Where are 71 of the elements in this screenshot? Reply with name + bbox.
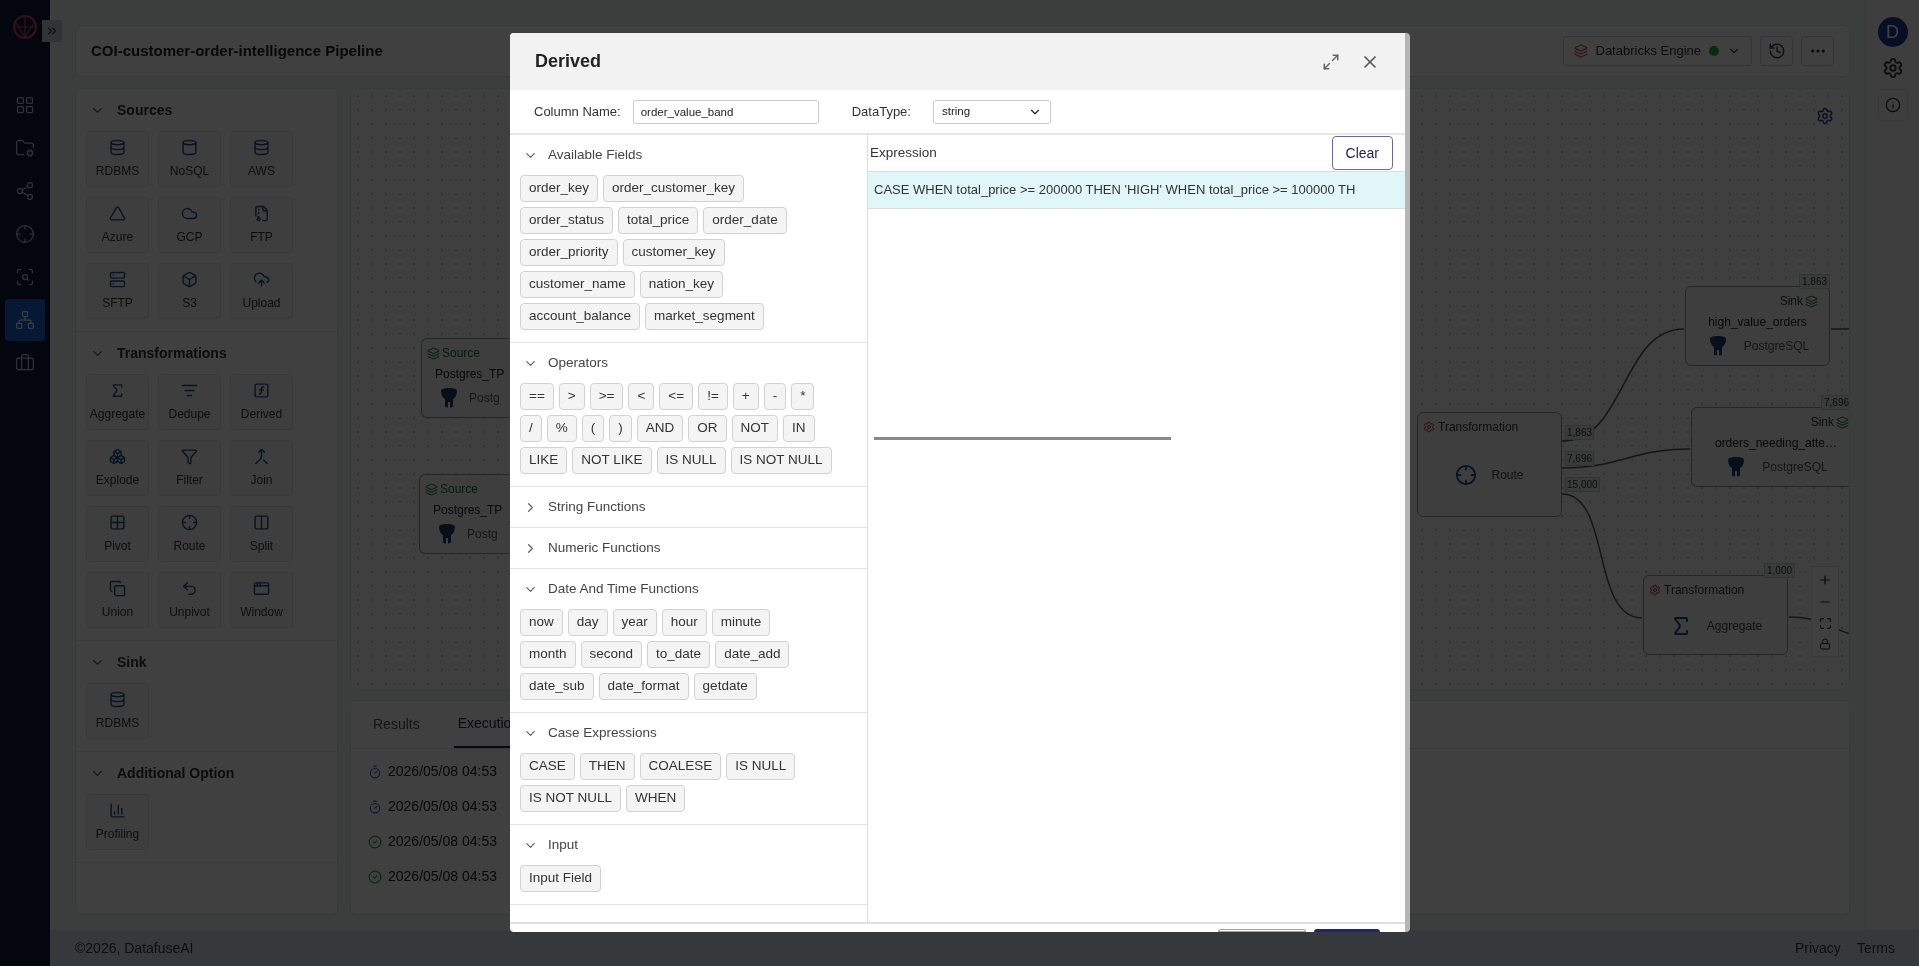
- expression-chip[interactable]: AND: [636, 415, 684, 442]
- pipeline-title: COI-customer-order-intelligence Pipeline: [91, 40, 383, 61]
- expression-chip[interactable]: IS NOT NULL: [730, 447, 832, 474]
- expression-chip[interactable]: IN: [783, 415, 815, 442]
- expression-chip[interactable]: account_balance: [520, 303, 641, 330]
- expression-chip[interactable]: hour: [661, 609, 707, 636]
- expression-chip[interactable]: to_date: [647, 641, 711, 668]
- section-toggle[interactable]: String Functions: [510, 487, 867, 527]
- expression-chip[interactable]: order_customer_key: [603, 175, 745, 202]
- expression-chip[interactable]: (: [581, 415, 605, 442]
- expression-chip[interactable]: getdate: [693, 673, 757, 700]
- expression-chip[interactable]: day: [567, 609, 608, 636]
- clear-button[interactable]: Clear: [1331, 136, 1393, 170]
- column-name-input[interactable]: order_value_band: [632, 99, 819, 124]
- expression-chip[interactable]: >=: [589, 383, 624, 410]
- expression-chip[interactable]: market_segment: [645, 303, 764, 330]
- expression-chip[interactable]: order_date: [703, 207, 787, 234]
- datatype-select[interactable]: string: [932, 99, 1051, 124]
- expression-chip[interactable]: month: [520, 641, 576, 668]
- expression-chip[interactable]: IS NOT NULL: [520, 785, 622, 812]
- expression-row[interactable]: CASE WHEN total_price >= 200000 THEN 'HIGH' WHEN total_price >= 100000 TH: [868, 172, 1405, 209]
- expression-chip[interactable]: minute: [711, 609, 771, 636]
- expression-chip[interactable]: <: [628, 383, 655, 410]
- expression-chip[interactable]: OR: [688, 415, 727, 442]
- expression-chip[interactable]: NOT: [731, 415, 779, 442]
- expression-title: Expression: [870, 143, 937, 162]
- expression-chip[interactable]: total_price: [618, 207, 699, 234]
- run-timestamp: 2026/05/08 04:53: [388, 867, 497, 886]
- section-toggle[interactable]: Available Fields: [510, 135, 867, 175]
- expression-chip[interactable]: ): [609, 415, 632, 442]
- expression-chip[interactable]: customer_name: [520, 271, 635, 298]
- expression-chip[interactable]: order_priority: [520, 239, 618, 266]
- expression-chip[interactable]: nation_key: [639, 271, 724, 298]
- expression-chip[interactable]: CASE: [520, 753, 575, 780]
- section-toggle[interactable]: Numeric Functions: [510, 528, 867, 568]
- expression-chip[interactable]: Input Field: [520, 865, 602, 892]
- expression-chip[interactable]: %: [546, 415, 577, 442]
- section-toggle[interactable]: Operators: [510, 343, 867, 383]
- run-timestamp: 2026/05/08 04:53: [388, 832, 497, 851]
- section-toggle[interactable]: Date And Time Functions: [510, 569, 867, 609]
- run-timestamp: 2026/05/08 04:53: [388, 797, 497, 816]
- expression-chip[interactable]: <=: [659, 383, 694, 410]
- expression-text: CASE WHEN total_price >= 200000 THEN 'HIGH' WHEN total_price >= 100000 TH: [874, 181, 1356, 200]
- expression-chip[interactable]: NOT LIKE: [572, 447, 652, 474]
- expression-chip[interactable]: date_sub: [520, 673, 594, 700]
- expression-chip[interactable]: IS NULL: [656, 447, 726, 474]
- expression-chip[interactable]: now: [520, 609, 563, 636]
- expression-chip[interactable]: date_format: [598, 673, 689, 700]
- expression-chip[interactable]: WHEN: [626, 785, 686, 812]
- expression-chip[interactable]: IS NULL: [726, 753, 796, 780]
- expression-chip[interactable]: year: [612, 609, 657, 636]
- section-toggle[interactable]: Input: [510, 825, 867, 865]
- expression-chip[interactable]: date_add: [715, 641, 790, 668]
- expression-chip[interactable]: *: [791, 383, 815, 410]
- expression-chip[interactable]: customer_key: [622, 239, 725, 266]
- expression-chip[interactable]: -: [763, 383, 787, 410]
- expression-chip[interactable]: second: [580, 641, 643, 668]
- run-timestamp: 2026/05/08 04:53: [388, 762, 497, 781]
- expression-chip[interactable]: !=: [698, 383, 728, 410]
- expression-chip[interactable]: COALESE: [639, 753, 722, 780]
- expression-chip[interactable]: /: [520, 415, 542, 442]
- dialog-title: Derived: [535, 50, 602, 73]
- expression-chip[interactable]: LIKE: [520, 447, 568, 474]
- expression-chip[interactable]: +: [732, 383, 759, 410]
- expression-chip[interactable]: order_key: [520, 175, 599, 202]
- expression-chip[interactable]: >: [558, 383, 585, 410]
- expression-chip[interactable]: THEN: [579, 753, 635, 780]
- expression-chip[interactable]: ==: [520, 383, 554, 410]
- expression-chip[interactable]: order_status: [520, 207, 614, 234]
- field-label: DataType:: [851, 102, 911, 121]
- field-label: Column Name:: [534, 102, 621, 121]
